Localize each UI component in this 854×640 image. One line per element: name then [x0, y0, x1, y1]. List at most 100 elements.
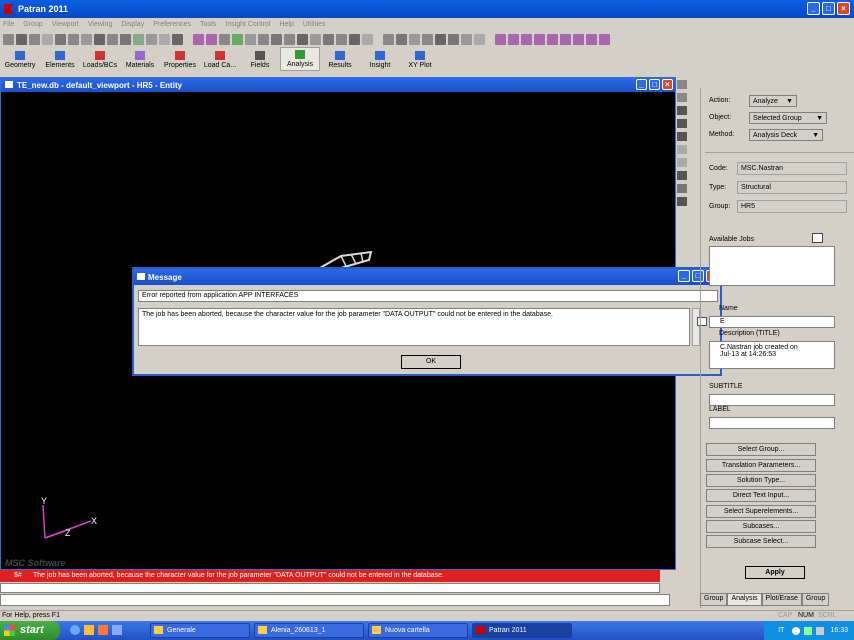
toolbar-button-icon[interactable] — [409, 33, 420, 45]
toolbar-button-icon[interactable] — [310, 33, 321, 45]
toolbar-button-icon[interactable] — [120, 33, 131, 45]
menu-display[interactable]: Display — [121, 21, 144, 28]
action-dropdown[interactable]: Analyze ▼ — [749, 95, 797, 107]
toolbar-button-icon[interactable] — [573, 33, 584, 45]
toolbar-button-icon[interactable] — [560, 33, 571, 45]
tab-group-2[interactable]: Group — [801, 593, 830, 606]
toolbar-button-icon[interactable] — [448, 33, 459, 45]
tray-icon[interactable] — [804, 626, 813, 635]
view-tool-icon[interactable] — [677, 93, 687, 102]
ie-icon[interactable] — [70, 625, 80, 635]
tab-group[interactable]: Group — [700, 593, 728, 606]
toolbar-button-icon[interactable] — [547, 33, 558, 45]
toolbar-button-icon[interactable] — [461, 33, 472, 45]
view-tool-icon[interactable] — [677, 119, 687, 128]
apply-button[interactable]: Apply — [745, 566, 805, 579]
app-icon[interactable] — [98, 625, 108, 635]
view-tool-icon[interactable] — [677, 171, 687, 180]
viewport-minimize-button[interactable]: _ — [636, 79, 647, 90]
subtitle-field[interactable] — [709, 394, 835, 406]
toolbar-button-icon[interactable] — [133, 33, 144, 45]
folder-icon[interactable] — [84, 625, 94, 635]
toolbar-button-icon[interactable] — [284, 33, 295, 45]
history-list[interactable] — [0, 583, 660, 593]
select-superelements-button[interactable]: Select Superelements... — [706, 505, 816, 518]
menu-viewport[interactable]: Viewport — [52, 21, 79, 28]
available-jobs-list[interactable] — [709, 246, 835, 286]
toolbar-button-icon[interactable] — [68, 33, 79, 45]
toolbar-button-icon[interactable] — [362, 33, 373, 45]
toolbar-button-icon[interactable] — [422, 33, 433, 45]
command-input[interactable] — [0, 594, 670, 606]
toolbar-button-icon[interactable] — [508, 33, 519, 45]
start-button[interactable]: start — [0, 621, 60, 640]
tray-icon[interactable] — [816, 626, 825, 635]
app-button-elements[interactable]: Elements — [40, 47, 80, 71]
menu-insight-control[interactable]: Insight Control — [225, 21, 270, 28]
menu-utilities[interactable]: Utilities — [303, 21, 326, 28]
select-group-button[interactable]: Select Group... — [706, 443, 816, 456]
toolbar-button-icon[interactable] — [172, 33, 183, 45]
toolbar-button-icon[interactable] — [146, 33, 157, 45]
method-dropdown[interactable]: Analysis Deck ▼ — [749, 129, 823, 141]
tray-icon[interactable] — [792, 626, 801, 635]
task-generale[interactable]: Generale — [150, 623, 250, 638]
app-button-analysis[interactable]: Analysis — [280, 47, 320, 71]
object-dropdown[interactable]: Selected Group ▼ — [749, 112, 827, 124]
app-button-insight[interactable]: Insight — [360, 47, 400, 71]
solution-type-button[interactable]: Solution Type... — [706, 474, 816, 487]
viewport-close-button[interactable]: × — [662, 79, 673, 90]
viewport-maximize-button[interactable]: □ — [649, 79, 660, 90]
view-tool-icon[interactable] — [677, 145, 687, 154]
toolbar-button-icon[interactable] — [521, 33, 532, 45]
menu-tools[interactable]: Tools — [200, 21, 216, 28]
app-button-fields[interactable]: Fields — [240, 47, 280, 71]
menu-group[interactable]: Group — [23, 21, 42, 28]
toolbar-button-icon[interactable] — [219, 33, 230, 45]
toolbar-button-icon[interactable] — [29, 33, 40, 45]
desktop-icon[interactable] — [112, 625, 122, 635]
view-tool-icon[interactable] — [677, 158, 687, 167]
toolbar-button-icon[interactable] — [599, 33, 610, 45]
language-indicator[interactable]: IT — [778, 627, 784, 634]
menu-file[interactable]: File — [3, 21, 14, 28]
task-nuova-cartella[interactable]: Nuova cartella — [368, 623, 468, 638]
task-patran[interactable]: Patran 2011 — [472, 623, 572, 638]
toolbar-button-icon[interactable] — [297, 33, 308, 45]
close-button[interactable]: × — [837, 2, 850, 15]
toolbar-button-icon[interactable] — [206, 33, 217, 45]
toolbar-button-icon[interactable] — [245, 33, 256, 45]
toolbar-button-icon[interactable] — [3, 33, 14, 45]
app-button-properties[interactable]: Properties — [160, 47, 200, 71]
description-field[interactable]: C.Nastran job created on Jul-13 at 14:26… — [709, 341, 835, 369]
toolbar-button-icon[interactable] — [495, 33, 506, 45]
toolbar-button-icon[interactable] — [232, 33, 243, 45]
toolbar-button-icon[interactable] — [336, 33, 347, 45]
message-minimize-button[interactable]: _ — [678, 270, 690, 282]
app-button-results[interactable]: Results — [320, 47, 360, 71]
job-list-icon[interactable] — [812, 233, 823, 243]
toolbar-button-icon[interactable] — [81, 33, 92, 45]
menu-help[interactable]: Help — [279, 21, 293, 28]
toolbar-button-icon[interactable] — [42, 33, 53, 45]
toolbar-button-icon[interactable] — [16, 33, 27, 45]
toolbar-button-icon[interactable] — [474, 33, 485, 45]
tab-plot-erase[interactable]: Plot/Erase — [761, 593, 802, 606]
menu-preferences[interactable]: Preferences — [153, 21, 191, 28]
toolbar-button-icon[interactable] — [586, 33, 597, 45]
app-button-geometry[interactable]: Geometry — [0, 47, 40, 71]
view-tool-icon[interactable] — [677, 197, 687, 206]
toolbar-button-icon[interactable] — [323, 33, 334, 45]
toolbar-button-icon[interactable] — [349, 33, 360, 45]
app-button-materials[interactable]: Materials — [120, 47, 160, 71]
job-name-field[interactable]: E — [709, 316, 835, 328]
task-alenia[interactable]: Alenia_260613_1 — [254, 623, 364, 638]
ok-button[interactable]: OK — [401, 355, 461, 369]
label-field[interactable] — [709, 417, 835, 429]
app-button-load-ca-[interactable]: Load Ca... — [200, 47, 240, 71]
toolbar-button-icon[interactable] — [94, 33, 105, 45]
view-tool-icon[interactable] — [677, 106, 687, 115]
toolbar-button-icon[interactable] — [107, 33, 118, 45]
tab-analysis[interactable]: Analysis — [727, 593, 762, 606]
toolbar-button-icon[interactable] — [258, 33, 269, 45]
